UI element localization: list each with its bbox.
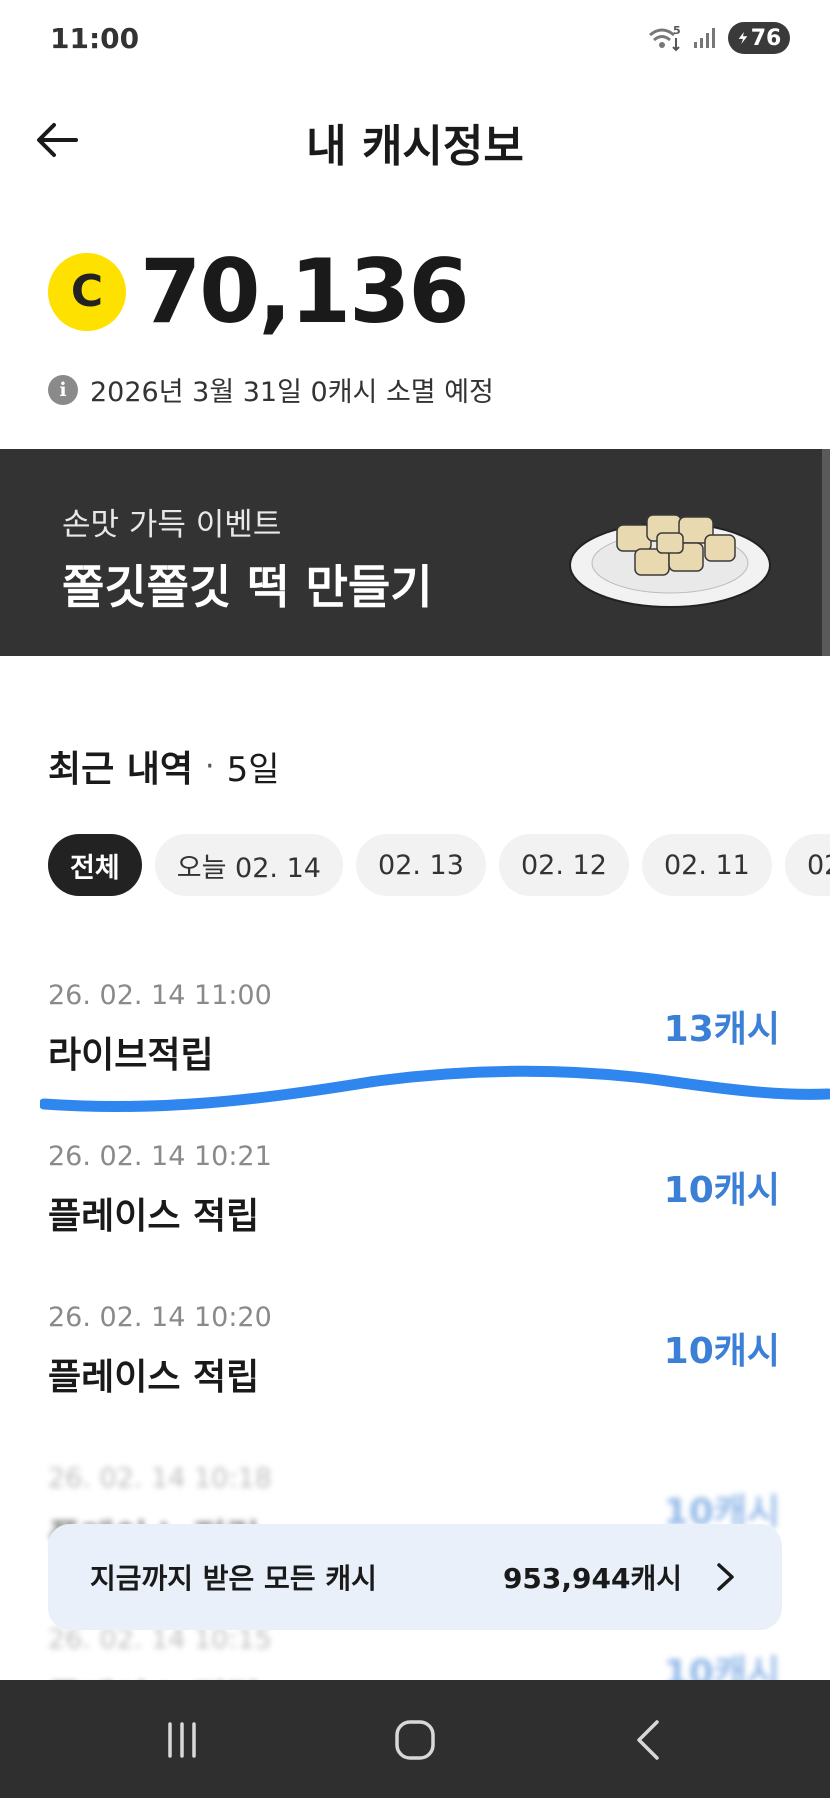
chip-date[interactable]: 02. 11 (641, 834, 772, 896)
item-amount: 13캐시 (663, 1009, 780, 1050)
recents-icon (168, 1722, 196, 1758)
chip-date[interactable]: 02. 13 (356, 834, 486, 896)
chip-date[interactable]: 오늘 02. 14 (154, 834, 343, 896)
banner-title: 쫄깃쫄깃 떡 만들기 (62, 560, 433, 614)
system-nav-bar (0, 1680, 830, 1798)
home-button[interactable] (385, 1710, 445, 1770)
recent-history-header: 최근 내역 · 5일 (48, 740, 279, 792)
item-date: 26. 02. 14 10:21 (48, 1141, 272, 1172)
info-icon: i (48, 374, 78, 405)
chevron-right-icon (717, 1563, 734, 1591)
recent-title: 최근 내역 (48, 749, 194, 790)
chip-all[interactable]: 전체 (48, 834, 142, 896)
expire-notice: i 2026년 3월 31일 0캐시 소멸 예정 (48, 370, 494, 409)
cash-balance: C 70,136 (48, 240, 470, 343)
recent-separator: · (205, 748, 215, 784)
total-value: 953,944캐시 (502, 1562, 682, 1595)
banner-subtitle: 손맛 가득 이벤트 (62, 507, 282, 543)
expire-text: 2026년 3월 31일 0캐시 소멸 예정 (90, 377, 494, 408)
total-cash-card[interactable]: 지금까지 받은 모든 캐시 953,944캐시 (48, 1524, 782, 1630)
status-time: 11:00 (50, 22, 140, 55)
item-date: 26. 02. 14 10:18 (48, 1463, 272, 1494)
home-icon (395, 1720, 435, 1760)
banner-scrollbar (822, 449, 830, 656)
item-title: 플레이스 적립 (48, 1196, 260, 1237)
item-title: 플레이스 적립 (48, 1357, 260, 1398)
list-item[interactable]: 26. 02. 14 10:20 플레이스 적립 10캐시 (0, 1282, 830, 1443)
item-amount: 10캐시 (663, 1170, 780, 1211)
scribble-annotation (40, 1065, 830, 1113)
balance-amount: 70,136 (140, 240, 470, 343)
battery-level: 76 (750, 25, 782, 51)
chip-date[interactable]: 02. 12 (499, 834, 629, 896)
list-item[interactable]: 26. 02. 14 10:21 플레이스 적립 10캐시 (0, 1121, 830, 1282)
page-title: 내 캐시정보 (306, 121, 524, 172)
event-banner[interactable]: 손맛 가득 이벤트 쫄깃쫄깃 떡 만들기 (0, 449, 830, 656)
item-date: 26. 02. 14 10:20 (48, 1302, 272, 1333)
item-amount: 10캐시 (663, 1331, 780, 1372)
coin-icon: C (48, 252, 126, 331)
header: 내 캐시정보 (0, 96, 830, 176)
recents-button[interactable] (152, 1710, 212, 1770)
item-date: 26. 02. 14 11:00 (48, 980, 272, 1011)
wifi-badge: 5 (673, 24, 681, 37)
rice-cake-plate-image (569, 514, 771, 608)
date-filter-chips: 전체 오늘 02. 14 02. 13 02. 12 02. 11 02. 10 (48, 834, 830, 896)
total-label: 지금까지 받은 모든 캐시 (90, 1562, 377, 1595)
battery-icon: 76 (728, 22, 790, 54)
chevron-left-icon (637, 1720, 659, 1760)
signal-icon (692, 26, 718, 50)
wifi-icon: 5 (648, 24, 682, 52)
status-bar: 11:00 5 76 (0, 0, 830, 80)
chip-date[interactable]: 02. 10 (784, 834, 830, 896)
recent-days: 5일 (226, 749, 280, 790)
system-back-button[interactable] (618, 1710, 678, 1770)
status-icons: 5 76 (648, 22, 790, 54)
